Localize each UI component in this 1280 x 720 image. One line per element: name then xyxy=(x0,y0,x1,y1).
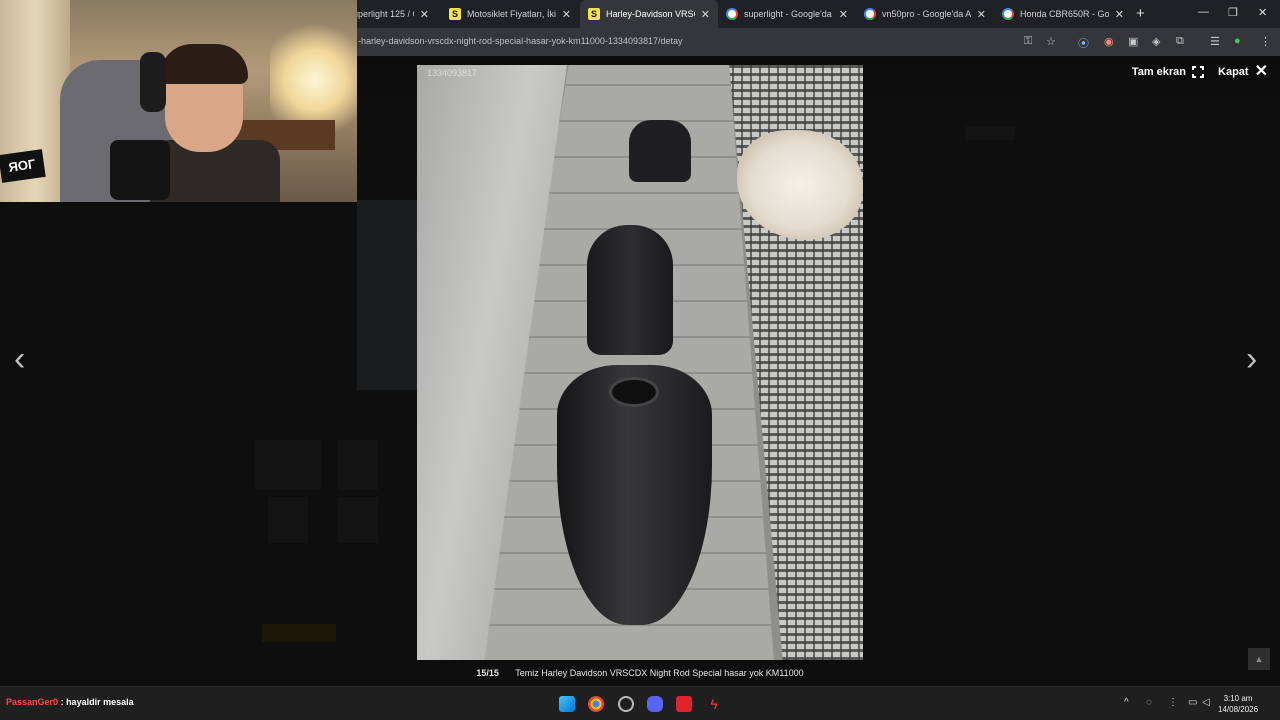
tab-vn50pro-google[interactable]: vn50pro - Google'da Ara ✕ xyxy=(856,0,994,28)
system-clock[interactable]: 3:10 am 14/08/2026 xyxy=(1218,693,1258,715)
lightbox-overlay xyxy=(0,202,357,686)
listing-title: Temiz Harley Davidson VRSCDX Night Rod S… xyxy=(515,668,804,678)
tab-title: Harley-Davidson VRSCDX xyxy=(606,9,695,19)
tab-honda-cbr650r-google[interactable]: Honda CBR650R - Googl ✕ xyxy=(994,0,1132,28)
fullscreen-icon xyxy=(1191,65,1206,79)
close-label: Kapat xyxy=(1218,66,1249,78)
minimize-icon[interactable]: — xyxy=(1198,6,1209,18)
new-tab-button[interactable]: + xyxy=(1136,5,1145,22)
streamer-hair xyxy=(160,44,248,84)
listing-photo: 1334093817 xyxy=(417,65,863,660)
next-photo-arrow-icon[interactable]: › xyxy=(1246,340,1257,379)
windows-taskbar: PassanGer0 : hayaldir mesala ϟ ^ ◌ ⋮ ▭ ◁… xyxy=(0,686,1280,720)
tab-title: Honda CBR650R - Googl xyxy=(1020,9,1109,19)
windows-start-icon[interactable] xyxy=(559,696,575,712)
extension-icon[interactable]: ◉ xyxy=(1104,35,1114,48)
previous-photo-arrow-icon[interactable]: ‹ xyxy=(14,340,25,379)
stream-chat-message: PassanGer0 : hayaldir mesala xyxy=(6,697,134,707)
tray-chevron-up-icon[interactable]: ^ xyxy=(1124,697,1129,708)
sahibinden-icon: S xyxy=(588,8,600,20)
tab-superlight-sahibinden[interactable]: uperlight 125 / Ol ✕ xyxy=(345,0,437,28)
network-icon[interactable]: ▭ xyxy=(1188,697,1197,708)
photo-seat-cowl-part xyxy=(587,225,673,355)
clock-date: 14/08/2026 xyxy=(1218,705,1259,714)
extension-icon[interactable]: ⦿ xyxy=(1078,35,1089,51)
reading-list-icon[interactable]: ☰ xyxy=(1210,35,1220,48)
google-icon xyxy=(726,8,738,20)
profile-avatar[interactable]: ● xyxy=(1234,35,1241,47)
scroll-to-top-button[interactable]: ▲ xyxy=(1248,648,1270,670)
screen: uperlight 125 / Ol ✕ S Motosiklet Fiyatl… xyxy=(0,0,1280,720)
discord-icon[interactable] xyxy=(647,696,663,712)
google-icon xyxy=(1002,8,1014,20)
photo-counter: 15/15 xyxy=(476,668,499,678)
webcam-overlay: ЯОГ xyxy=(0,0,357,202)
fullscreen-label: Tam ekran xyxy=(1131,66,1187,78)
url-field[interactable]: -harley-davidson-vrscdx-night-rod-specia… xyxy=(358,36,683,46)
lightning-app-icon[interactable]: ϟ xyxy=(706,696,722,712)
microphone-icon[interactable]: ⋮ xyxy=(1168,697,1178,708)
close-icon[interactable]: ✕ xyxy=(420,8,429,21)
photo-caption: 15/15 Temiz Harley Davidson VRSCDX Night… xyxy=(0,668,1280,686)
chat-text: hayaldir mesala xyxy=(66,697,134,707)
close-icon[interactable]: ✕ xyxy=(839,8,848,21)
key-icon[interactable]: ⚿ xyxy=(1024,35,1032,48)
app-icon[interactable] xyxy=(676,696,692,712)
tab-motosiklet-fiyatlari[interactable]: S Motosiklet Fiyatları, İkinci ✕ xyxy=(441,0,579,28)
restore-icon[interactable]: ❐ xyxy=(1228,6,1238,19)
close-icon: ✕ xyxy=(1254,63,1268,80)
sahibinden-icon: S xyxy=(449,8,461,20)
close-icon[interactable]: ✕ xyxy=(977,8,986,21)
extensions-puzzle-icon[interactable]: ⧉ xyxy=(1176,35,1184,48)
lightbox-controls: Tam ekran Kapat ✕ xyxy=(1131,63,1268,80)
close-icon[interactable]: ✕ xyxy=(562,8,571,21)
obs-icon[interactable] xyxy=(618,696,634,712)
bookmark-star-icon[interactable]: ☆ xyxy=(1046,35,1056,48)
close-icon[interactable]: ✕ xyxy=(1115,8,1124,21)
close-window-icon[interactable]: ✕ xyxy=(1258,6,1267,19)
microphone xyxy=(110,140,170,200)
tab-superlight-google[interactable]: superlight - Google'da Ar ✕ xyxy=(718,0,856,28)
clock-time: 3:10 am xyxy=(1223,694,1253,703)
headset xyxy=(140,52,166,112)
volume-icon[interactable]: ◁ xyxy=(1202,697,1210,708)
tab-title: uperlight 125 / Ol xyxy=(353,9,414,19)
chrome-icon[interactable] xyxy=(588,696,604,712)
chat-username: PassanGer0 xyxy=(6,697,59,707)
extension-icon[interactable]: ◈ xyxy=(1152,35,1160,48)
photo-fender-part xyxy=(629,120,691,182)
menu-kebab-icon[interactable]: ⋮ xyxy=(1260,35,1271,48)
google-icon xyxy=(864,8,876,20)
tab-title: vn50pro - Google'da Ara xyxy=(882,9,971,19)
fuel-cap xyxy=(609,377,659,407)
extension-icon[interactable]: ▣ xyxy=(1128,35,1138,48)
listing-id-watermark: 1334093817 xyxy=(427,68,478,78)
close-button[interactable]: Kapat ✕ xyxy=(1218,63,1268,80)
fullscreen-button[interactable]: Tam ekran xyxy=(1131,65,1206,79)
tray-app-icon[interactable]: ◌ xyxy=(1146,697,1152,708)
tab-harley-davidson[interactable]: S Harley-Davidson VRSCDX ✕ xyxy=(580,0,718,28)
close-icon[interactable]: ✕ xyxy=(701,8,710,21)
tab-title: superlight - Google'da Ar xyxy=(744,9,833,19)
tab-title: Motosiklet Fiyatları, İkinci xyxy=(467,9,556,19)
